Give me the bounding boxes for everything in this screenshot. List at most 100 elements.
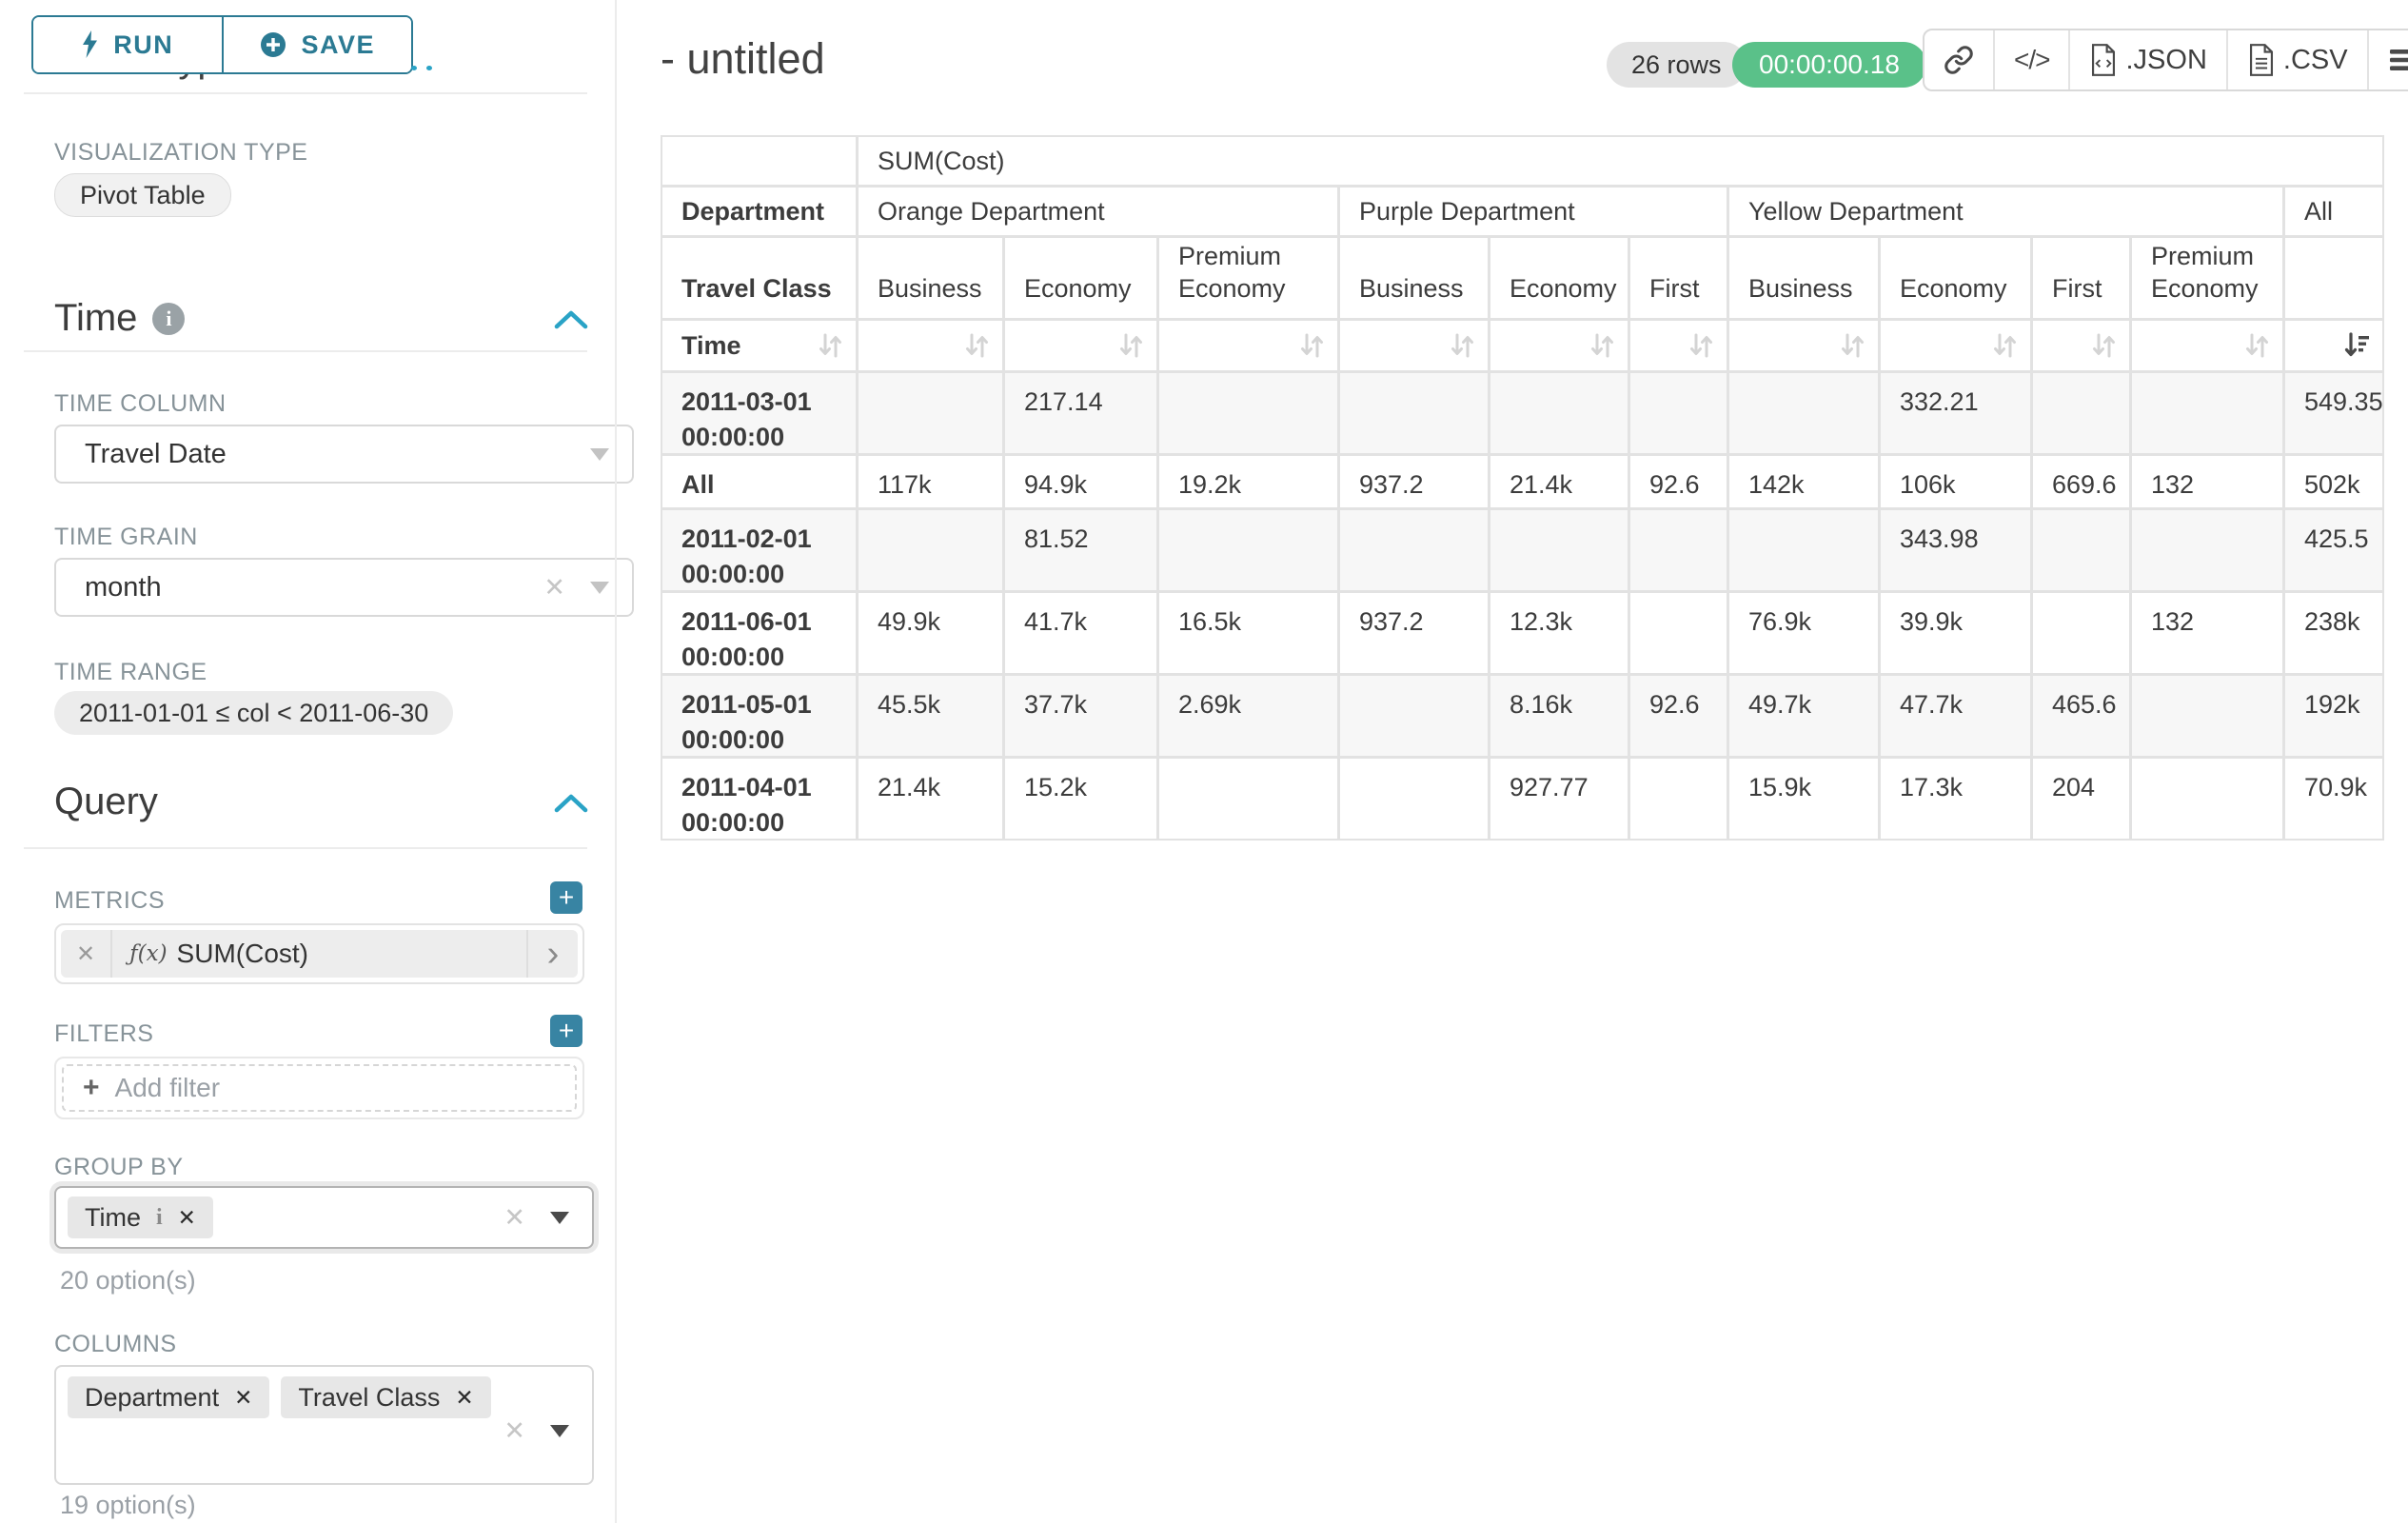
sort-icon[interactable] [962,331,991,360]
pivot-value-cell: 12.3k [1490,593,1628,673]
pivot-sort-cell[interactable] [1005,321,1156,370]
short-link-button[interactable] [1924,30,1993,89]
group-by-select[interactable]: Timei✕ ✕ [54,1186,594,1249]
pivot-value-cell [1159,373,1337,453]
group-by-label: GROUP BY [54,1154,184,1181]
pivot-travel-class-header: Economy [1881,238,2030,318]
pivot-value-cell: 92.6 [1630,676,1727,756]
remove-metric-icon[interactable]: ✕ [61,930,112,978]
pivot-value-cell: 937.2 [1340,456,1488,507]
run-button[interactable]: RUN [33,17,224,72]
visualization-type-pill[interactable]: Pivot Table [54,173,231,217]
pivot-sort-cell[interactable] [859,321,1002,370]
save-button-label: SAVE [301,30,375,60]
tag-pill[interactable]: Timei✕ [68,1197,213,1238]
sort-icon[interactable] [1297,331,1326,360]
pivot-sort-cell[interactable] [2132,321,2282,370]
tag-pill[interactable]: Travel Class✕ [281,1376,490,1418]
clear-icon[interactable]: ✕ [543,573,565,603]
pivot-sort-cell[interactable] [1490,321,1628,370]
chart-title[interactable]: - untitled [661,34,825,84]
view-query-button[interactable]: </> [1993,30,2068,89]
pivot-corner-cell [662,137,856,185]
remove-tag-icon[interactable]: ✕ [455,1385,473,1411]
metric-pill[interactable]: ✕ ƒ(x) SUM(Cost) › [61,930,578,978]
pivot-value-cell: 15.9k [1729,759,1878,839]
pivot-sort-cell[interactable] [1159,321,1337,370]
collapse-chevron-up-icon[interactable] [554,794,588,813]
sort-icon[interactable] [1687,331,1715,360]
pivot-sort-cell-active[interactable] [2285,321,2382,370]
sort-icon[interactable] [2089,331,2118,360]
add-filter-button[interactable]: + [550,1015,582,1047]
menu-button[interactable] [2367,30,2408,89]
save-button[interactable]: SAVE [224,17,412,72]
pivot-value-cell [1340,676,1488,756]
pivot-value-cell: 238k [2285,593,2382,673]
pivot-value-cell: 94.9k [1005,456,1156,507]
clear-icon[interactable]: ✕ [503,1203,525,1233]
clear-icon[interactable]: ✕ [503,1416,525,1446]
pivot-sort-cell[interactable] [1630,321,1727,370]
time-range-pill[interactable]: 2011-01-01 ≤ col < 2011-06-30 [54,691,453,735]
export-csv-label: .CSV [2283,45,2348,76]
pivot-value-cell [2033,373,2129,453]
remove-tag-icon[interactable]: ✕ [178,1205,196,1231]
sort-icon[interactable] [816,331,844,360]
pivot-value-cell: 45.5k [859,676,1002,756]
pivot-value-cell [1340,510,1488,590]
pivot-sort-cell[interactable] [1340,321,1488,370]
add-metric-button[interactable]: + [550,881,582,914]
chart-actions-group: </> .JSON .CSV [1923,29,2408,91]
pivot-value-cell: 15.2k [1005,759,1156,839]
query-section-heading: Query [54,781,158,823]
remove-tag-icon[interactable]: ✕ [234,1385,252,1411]
info-icon[interactable]: i [156,1205,163,1231]
pivot-value-cell: 8.16k [1490,676,1628,756]
export-json-button[interactable]: .JSON [2068,30,2225,89]
sort-icon[interactable] [1588,331,1616,360]
sort-icon[interactable] [1838,331,1866,360]
metrics-label: METRICS [54,887,165,915]
pivot-value-cell: 70.9k [2285,759,2382,839]
pivot-value-cell [1630,593,1727,673]
add-filter-dropzone[interactable]: + Add filter [62,1064,577,1112]
time-grain-value: month [85,572,543,603]
metric-name: SUM(Cost) [177,939,526,969]
pivot-value-cell: 425.5 [2285,510,2382,590]
pivot-value-cell: 937.2 [1340,593,1488,673]
pivot-sort-cell[interactable] [1881,321,2030,370]
code-icon: </> [2014,45,2049,75]
time-range-value: 2011-01-01 ≤ col < 2011-06-30 [79,699,428,728]
sort-icon[interactable] [1448,331,1476,360]
pivot-value-cell: 204 [2033,759,2129,839]
time-column-select[interactable]: Travel Date [54,425,634,484]
columns-select[interactable]: Department✕ Travel Class✕ ✕ [54,1365,594,1485]
pivot-value-cell [1340,759,1488,839]
time-grain-select[interactable]: month ✕ [54,558,634,617]
info-icon[interactable]: i [152,303,185,335]
sort-desc-active-icon[interactable] [2342,331,2371,360]
export-json-label: .JSON [2125,45,2206,76]
pivot-sort-cell[interactable] [1729,321,1878,370]
chevron-down-icon [550,1425,569,1437]
sort-icon[interactable] [1990,331,2019,360]
section-divider [24,350,587,352]
chevron-right-icon[interactable]: › [526,930,578,978]
metrics-box: ✕ ƒ(x) SUM(Cost) › [54,923,584,984]
sort-icon[interactable] [1116,331,1145,360]
tag-pill[interactable]: Department✕ [68,1376,269,1418]
chevron-down-icon [590,582,609,594]
pivot-value-cell: 81.52 [1005,510,1156,590]
pivot-value-cell: 49.7k [1729,676,1878,756]
pivot-value-cell: 927.77 [1490,759,1628,839]
export-csv-button[interactable]: .CSV [2226,30,2367,89]
pivot-value-cell: 41.7k [1005,593,1156,673]
time-section-heading: Time i [54,297,185,340]
sort-icon[interactable] [2242,331,2271,360]
collapse-chevron-up-icon[interactable] [554,310,588,329]
pivot-sort-cell[interactable] [2033,321,2129,370]
pivot-time-dim-label[interactable]: Time [662,321,856,370]
explore-page: Chart Type RUN SAVE VISUALIZATION TYPE P… [0,0,2408,1523]
lightning-bolt-icon [81,30,100,59]
